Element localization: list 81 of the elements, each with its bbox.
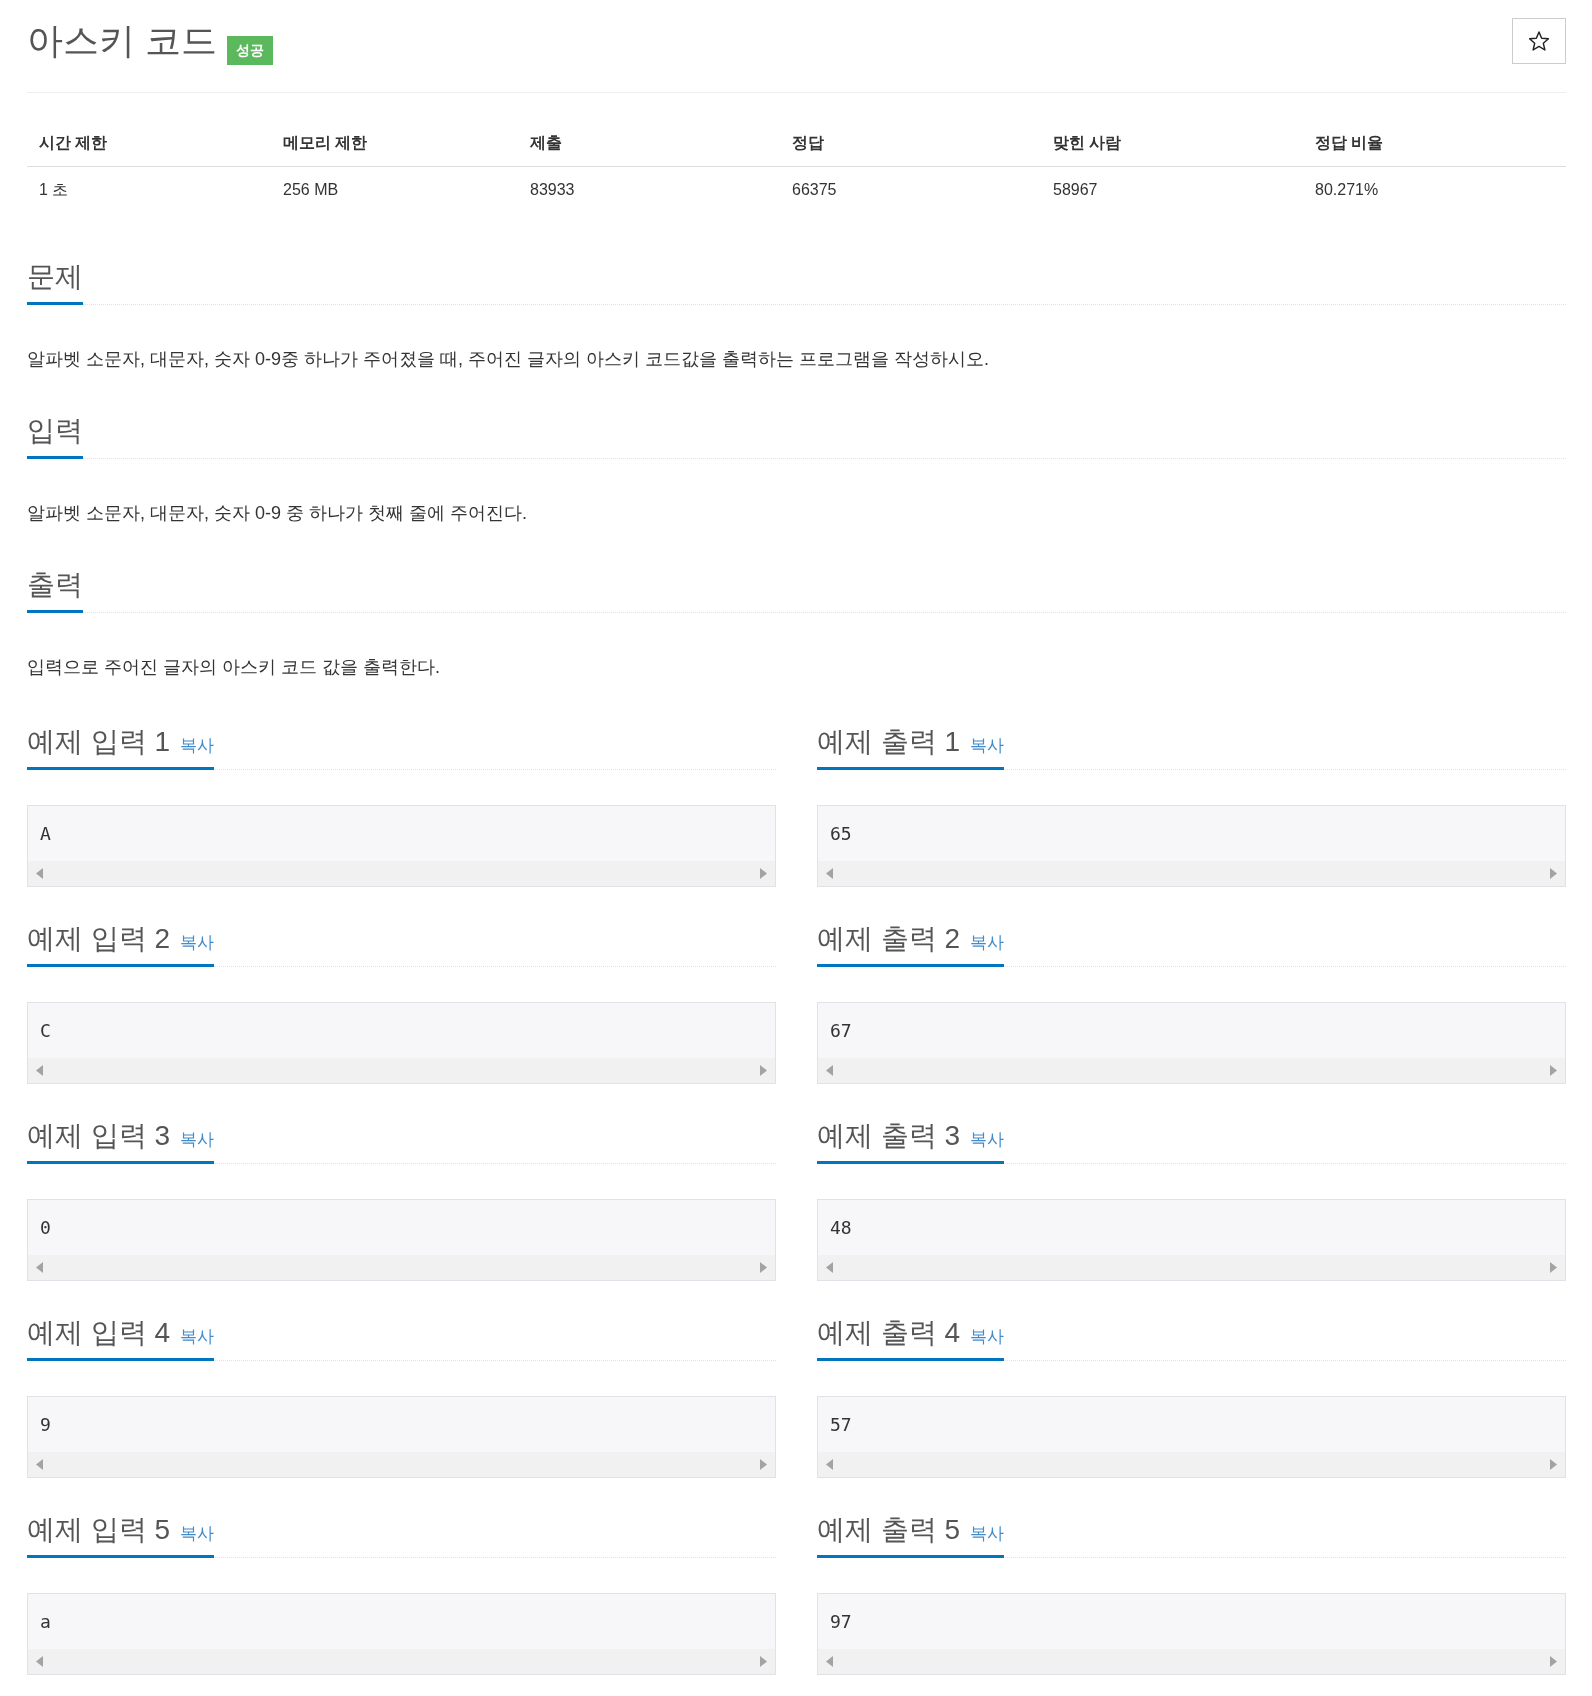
sample-text: 9 — [40, 1414, 51, 1435]
sample-text: A — [40, 823, 51, 844]
horizontal-scrollbar[interactable] — [818, 1255, 1565, 1280]
arrow-right-icon[interactable] — [760, 1459, 767, 1470]
sample-heading: 예제 입력 5 — [27, 1513, 171, 1547]
sample-heading: 예제 출력 3 — [817, 1119, 961, 1153]
arrow-left-icon[interactable] — [826, 1656, 833, 1667]
sample-heading: 예제 입력 3 — [27, 1119, 171, 1153]
table-header: 시간 제한 — [27, 120, 271, 167]
arrow-right-icon[interactable] — [760, 868, 767, 879]
arrow-right-icon[interactable] — [1550, 1459, 1557, 1470]
sample-text: 67 — [830, 1020, 852, 1041]
horizontal-scrollbar[interactable] — [818, 1058, 1565, 1083]
sample-text: 97 — [830, 1611, 852, 1632]
copy-link[interactable]: 복사 — [970, 734, 1005, 757]
sample-text: 48 — [830, 1217, 852, 1238]
sample-heading: 예제 입력 1 — [27, 725, 171, 759]
sample-heading: 예제 출력 2 — [817, 922, 961, 956]
horizontal-scrollbar[interactable] — [818, 1649, 1565, 1674]
section-heading: 문제 — [27, 260, 83, 294]
copy-link[interactable]: 복사 — [970, 1325, 1005, 1348]
table-header: 제출 — [518, 120, 780, 167]
arrow-left-icon[interactable] — [36, 1262, 43, 1273]
arrow-right-icon[interactable] — [1550, 1656, 1557, 1667]
table-cell: 66375 — [780, 166, 1041, 213]
arrow-left-icon[interactable] — [36, 868, 43, 879]
copy-link[interactable]: 복사 — [180, 1325, 215, 1348]
sample-heading: 예제 입력 2 — [27, 922, 171, 956]
arrow-right-icon[interactable] — [1550, 868, 1557, 879]
sample-text: C — [40, 1020, 51, 1041]
copy-link[interactable]: 복사 — [180, 1128, 215, 1151]
sample-heading: 예제 출력 1 — [817, 725, 961, 759]
section-text: 입력으로 주어진 글자의 아스키 코드 값을 출력한다. — [27, 656, 441, 679]
arrow-left-icon[interactable] — [826, 868, 833, 879]
page-title: 아스키 코드 — [27, 19, 217, 63]
arrow-right-icon[interactable] — [760, 1262, 767, 1273]
table-cell: 256 MB — [271, 166, 518, 213]
sample-heading: 예제 출력 4 — [817, 1316, 961, 1350]
sample-text: a — [40, 1611, 51, 1632]
sample-text: 57 — [830, 1414, 852, 1435]
table-cell: 83933 — [518, 166, 780, 213]
section-heading: 출력 — [27, 568, 83, 602]
sample-text: 0 — [40, 1217, 51, 1238]
arrow-right-icon[interactable] — [760, 1065, 767, 1076]
horizontal-scrollbar[interactable] — [28, 1255, 775, 1280]
arrow-left-icon[interactable] — [826, 1459, 833, 1470]
arrow-left-icon[interactable] — [36, 1459, 43, 1470]
arrow-right-icon[interactable] — [760, 1656, 767, 1667]
arrow-left-icon[interactable] — [826, 1262, 833, 1273]
horizontal-scrollbar[interactable] — [28, 861, 775, 886]
table-header: 맞힌 사람 — [1041, 120, 1303, 167]
horizontal-scrollbar[interactable] — [818, 1452, 1565, 1477]
horizontal-scrollbar[interactable] — [28, 1649, 775, 1674]
copy-link[interactable]: 복사 — [180, 734, 215, 757]
arrow-left-icon[interactable] — [826, 1065, 833, 1076]
arrow-left-icon[interactable] — [36, 1065, 43, 1076]
table-cell: 58967 — [1041, 166, 1303, 213]
favorite-button[interactable] — [1512, 18, 1566, 64]
table-header: 정답 — [780, 120, 1041, 167]
table-header: 메모리 제한 — [271, 120, 518, 167]
section-text: 알파벳 소문자, 대문자, 숫자 0-9중 하나가 주어졌을 때, 주어진 글자의 아스키 코드값을 출력하는 프로그램을 작성하시오. — [27, 348, 991, 371]
table-header: 정답 비율 — [1303, 120, 1566, 167]
horizontal-scrollbar[interactable] — [28, 1058, 775, 1083]
table-cell: 80.271% — [1303, 166, 1566, 213]
sample-heading: 예제 입력 4 — [27, 1316, 171, 1350]
horizontal-scrollbar[interactable] — [28, 1452, 775, 1477]
horizontal-scrollbar[interactable] — [818, 861, 1565, 886]
copy-link[interactable]: 복사 — [180, 1522, 215, 1545]
section-text: 알파벳 소문자, 대문자, 숫자 0-9 중 하나가 첫째 줄에 주어진다. — [27, 502, 529, 525]
copy-link[interactable]: 복사 — [970, 931, 1005, 954]
arrow-right-icon[interactable] — [1550, 1262, 1557, 1273]
sample-text: 65 — [830, 823, 852, 844]
copy-link[interactable]: 복사 — [970, 1522, 1005, 1545]
copy-link[interactable]: 복사 — [180, 931, 215, 954]
section-heading: 입력 — [27, 414, 83, 448]
table-cell: 1 초 — [27, 166, 271, 213]
sample-heading: 예제 출력 5 — [817, 1513, 961, 1547]
copy-link[interactable]: 복사 — [970, 1128, 1005, 1151]
status-badge: 성공 — [227, 35, 273, 65]
arrow-right-icon[interactable] — [1550, 1065, 1557, 1076]
arrow-left-icon[interactable] — [36, 1656, 43, 1667]
